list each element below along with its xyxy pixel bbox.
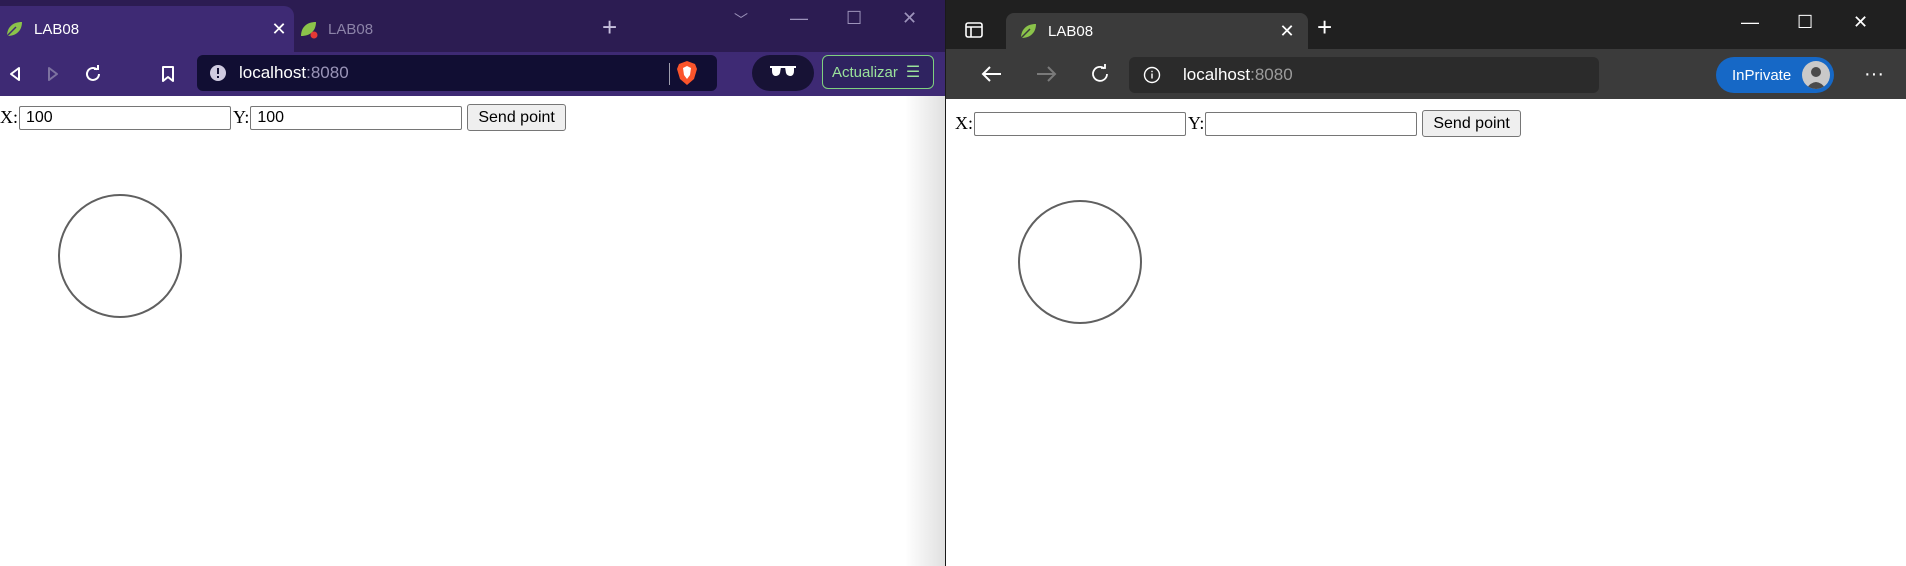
x-input[interactable] [19,105,231,130]
maximize-icon[interactable]: ☐ [1797,12,1813,33]
url-port: :8080 [306,63,349,82]
y-label: Y: [233,107,250,127]
y-label: Y: [1188,113,1205,133]
forward-icon[interactable] [1028,56,1064,92]
brave-page-content: X: Y: Send point [0,96,945,566]
url-text: localhost:8080 [239,63,349,83]
url-host: localhost [1183,65,1251,84]
divider [669,63,670,85]
close-icon[interactable]: ✕ [1272,21,1302,42]
inprivate-label: InPrivate [1732,66,1792,84]
tab-title: LAB08 [328,20,374,38]
brave-window: LAB08 ✕ LAB08 + ﹀ — ☐ ✕ localhost:8080 A… [0,0,945,566]
inprivate-button[interactable]: InPrivate [1716,57,1834,93]
brave-tab-strip: LAB08 ✕ LAB08 + ﹀ — ☐ ✕ [0,0,945,52]
info-icon[interactable] [209,64,227,87]
edge-page-content: X: Y: Send point [946,99,1906,566]
tab-actions-icon[interactable] [964,20,984,45]
brave-tab-lab08-active[interactable]: LAB08 ✕ [0,6,294,52]
address-bar[interactable]: localhost:8080 [197,55,717,91]
point-form: X: Y: Send point [0,104,566,131]
y-input[interactable] [1205,111,1418,136]
x-label: X: [955,113,973,133]
edge-tab-lab08[interactable]: LAB08 ✕ [1006,13,1308,49]
reload-icon[interactable] [1082,56,1118,92]
y-input[interactable] [250,105,463,130]
bookmark-icon[interactable] [150,56,186,92]
point-circle [58,194,182,318]
edge-window: LAB08 ✕ + — ☐ ✕ ··· localhost:8080 InPri… [945,0,1906,566]
url-text: localhost:8080 [1183,65,1293,85]
minimize-icon[interactable]: — [1741,12,1759,33]
menu-icon: ☰ [905,64,921,81]
point-form: X: Y: Send point [955,110,1521,137]
address-bar[interactable]: localhost:8080 [1129,57,1599,93]
maximize-icon[interactable]: ☐ [846,8,862,29]
x-label: X: [0,107,18,127]
back-icon[interactable] [0,56,33,92]
close-icon[interactable]: ✕ [1853,12,1868,33]
spring-leaf-icon [1018,21,1038,41]
point-circle [1018,200,1142,324]
minimize-icon[interactable]: — [790,8,808,29]
more-icon[interactable]: ··· [1856,56,1892,92]
glasses-icon [769,64,797,83]
info-icon[interactable] [1143,66,1161,89]
chevron-down-icon[interactable]: ﹀ [734,10,748,30]
send-point-button[interactable]: Send point [1422,110,1521,137]
send-point-button[interactable]: Send point [467,104,566,131]
x-input[interactable] [974,111,1186,136]
brave-tab-lab08-inactive[interactable]: LAB08 [294,6,594,52]
tab-title: LAB08 [34,20,80,38]
close-icon[interactable]: ✕ [902,8,917,29]
update-button[interactable]: Actualizar ☰ [822,55,934,89]
edge-tab-strip: LAB08 ✕ + — ☐ ✕ [946,0,1906,49]
update-label: Actualizar [832,63,898,81]
url-host: localhost [239,63,307,82]
tab-title: LAB08 [1048,22,1094,40]
brave-shield-icon[interactable] [675,59,699,92]
plus-icon[interactable]: + [1317,12,1332,43]
plus-icon[interactable]: + [602,12,617,43]
window-shadow [905,96,945,566]
forward-icon[interactable] [35,56,71,92]
private-window-indicator[interactable] [752,55,814,91]
spring-leaf-icon [4,19,24,39]
back-icon[interactable] [974,56,1010,92]
spring-leaf-icon [298,19,318,39]
url-port: :8080 [1250,65,1293,84]
reload-icon[interactable] [75,56,111,92]
close-icon[interactable]: ✕ [264,19,294,40]
avatar [1802,61,1830,89]
